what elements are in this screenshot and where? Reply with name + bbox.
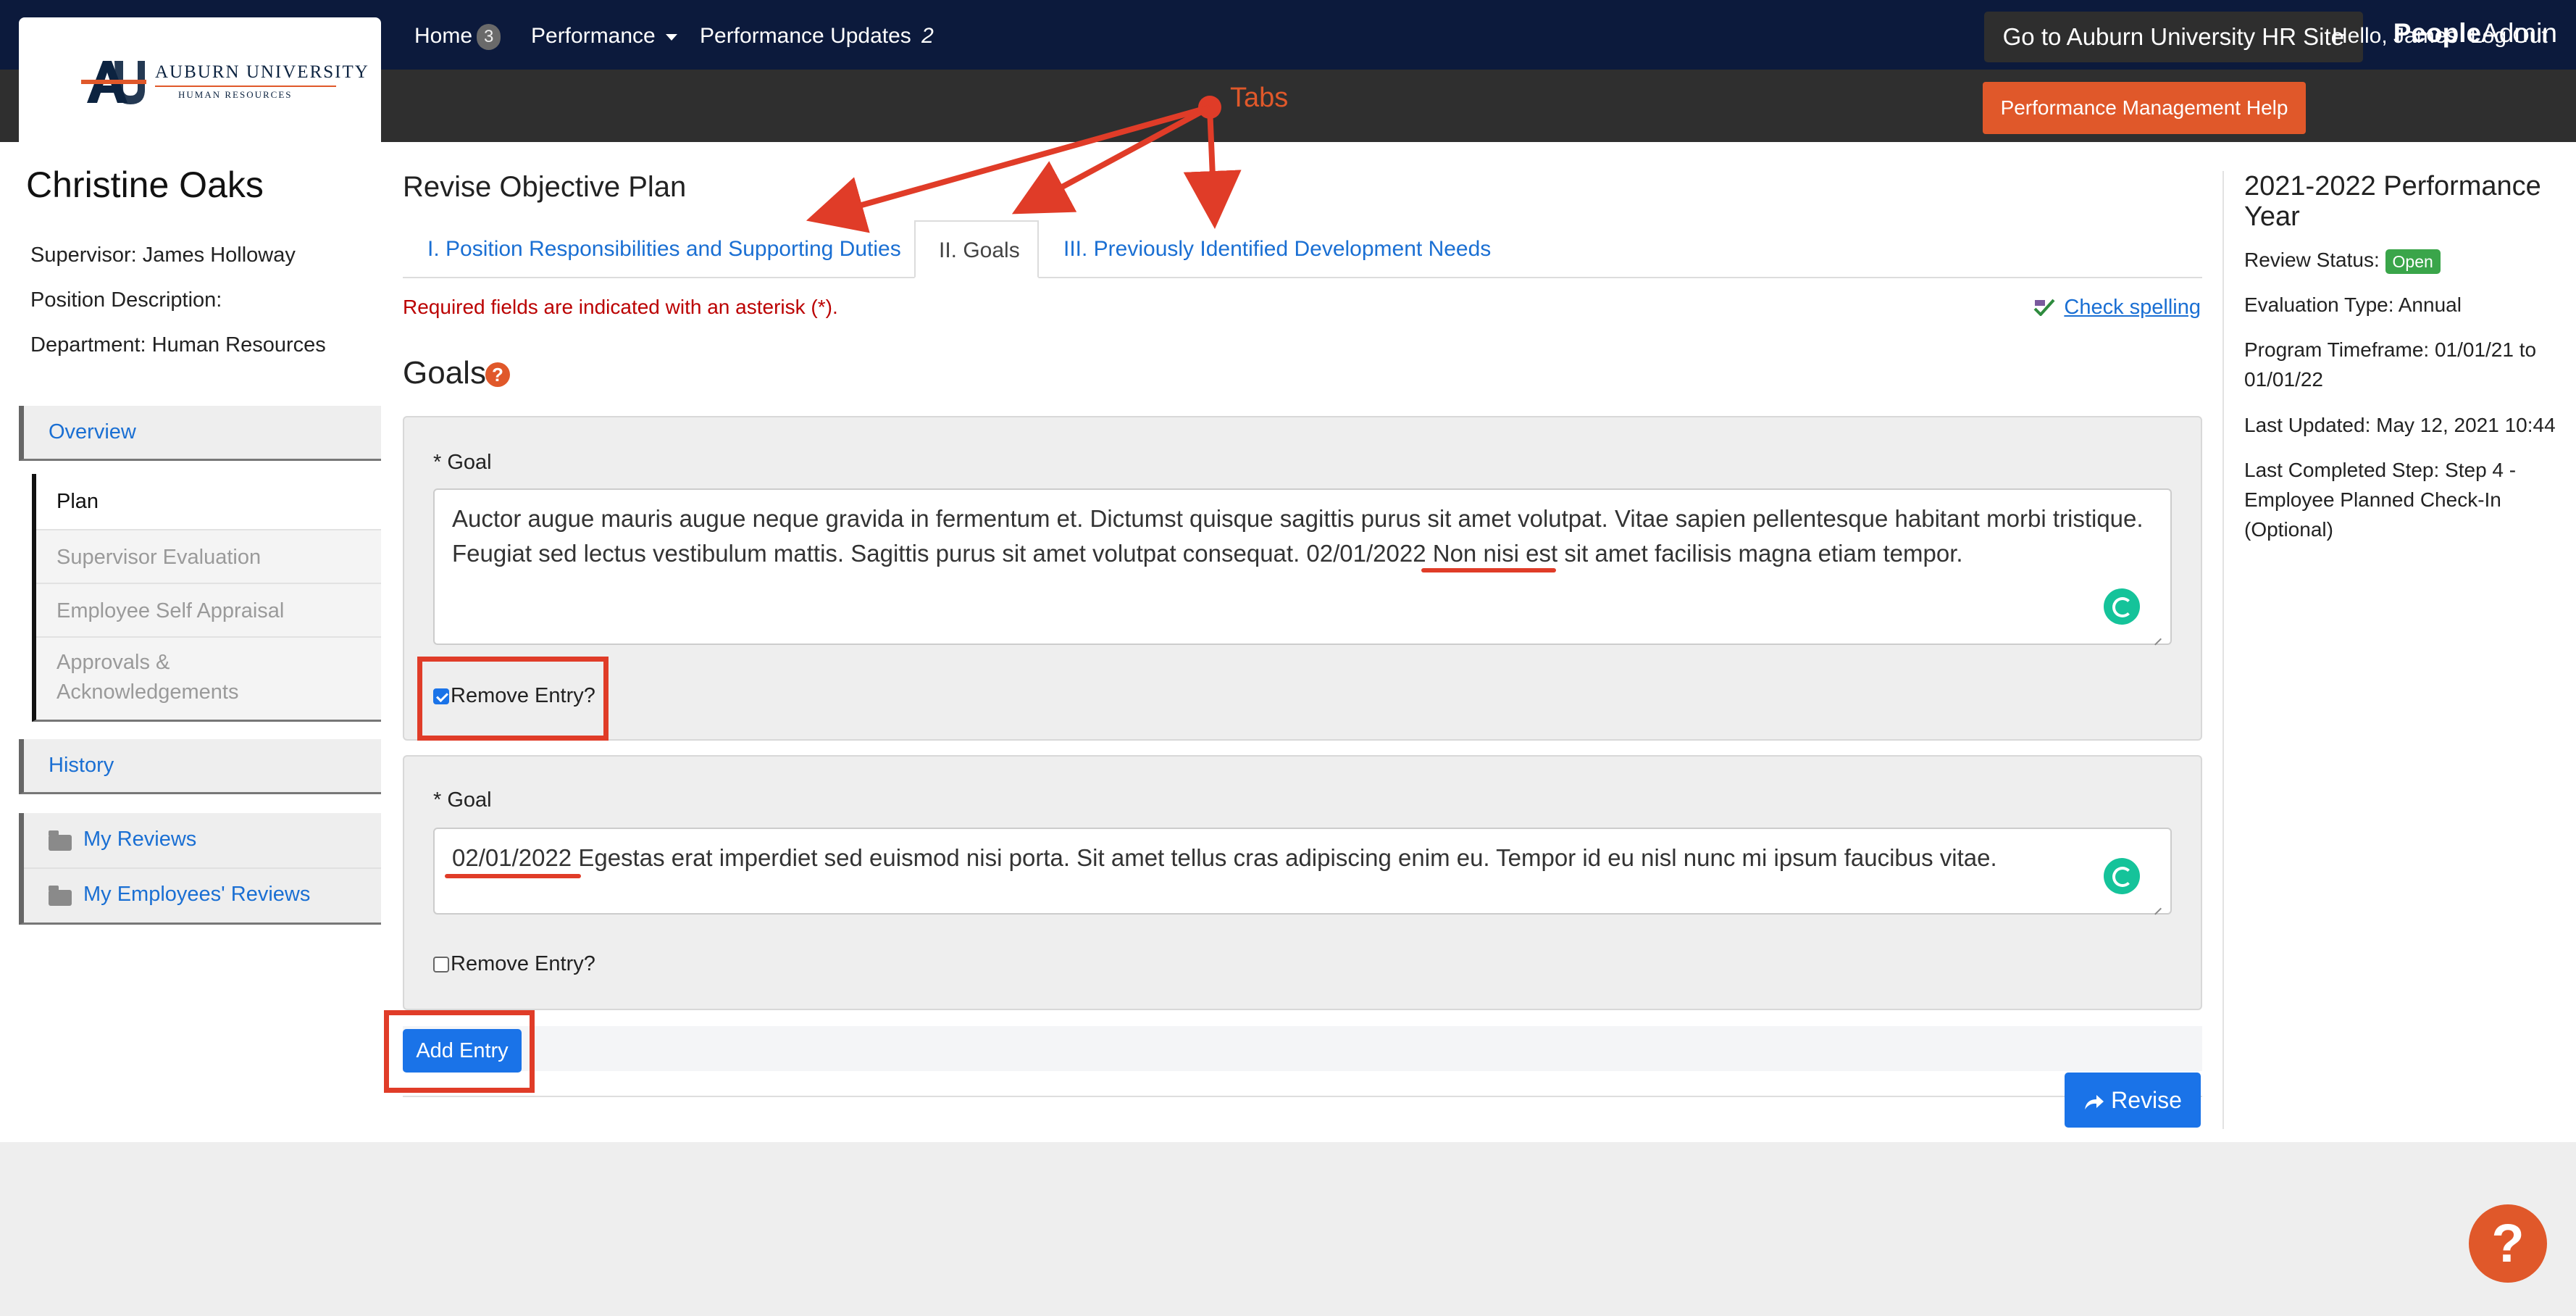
sidebar-item-approvals: Approvals & Acknowledgements <box>36 636 381 717</box>
auburn-logo-card[interactable]: AUBURN UNIVERSITY HUMAN RESOURCES <box>19 17 381 142</box>
evaluation-type: Evaluation Type: Annual <box>2244 293 2462 316</box>
sidebar-reviews-group: My Reviews My Employees' Reviews <box>19 813 381 925</box>
annotation-underline-date-1 <box>1421 568 1556 572</box>
folder-icon <box>49 885 72 906</box>
logo-divider <box>155 86 336 87</box>
sidebar-item-overview[interactable]: Overview <box>19 406 381 461</box>
hr-site-button[interactable]: Go to Auburn University HR Site <box>1983 12 2363 62</box>
goal-label: * Goal <box>433 451 492 474</box>
page-title: Revise Objective Plan <box>403 171 687 203</box>
sidebar-item-history[interactable]: History <box>19 739 381 794</box>
grammarly-icon[interactable] <box>2104 858 2140 894</box>
approvals-line-1: Approvals & <box>57 651 170 674</box>
goal-label: * Goal <box>433 788 492 812</box>
remove-entry-row[interactable]: Remove Entry? <box>433 952 595 976</box>
goal-textarea[interactable]: 02/01/2022 Egestas erat imperdiet sed eu… <box>433 828 2172 915</box>
resize-handle-icon[interactable] <box>2151 629 2163 641</box>
page-footer <box>0 1142 2576 1316</box>
check-spelling-label: Check spelling <box>2064 296 2201 319</box>
help-question-icon[interactable]: ? <box>485 362 510 387</box>
form-divider <box>403 1096 2202 1097</box>
employees-reviews-label: My Employees' Reviews <box>83 883 311 906</box>
my-reviews-label: My Reviews <box>83 828 197 851</box>
sidebar-overview-label: Overview <box>49 420 136 443</box>
nav-home-label: Home <box>414 24 473 48</box>
department-info: Department: Human Resources <box>30 333 326 357</box>
revise-button[interactable]: Revise <box>2065 1073 2201 1128</box>
required-fields-note: Required fields are indicated with an as… <box>403 296 838 318</box>
sidebar-item-plan[interactable]: Plan <box>36 474 381 529</box>
review-status-label: Review Status: <box>2244 249 2380 271</box>
approvals-line-2: Acknowledgements <box>57 680 239 704</box>
annotation-underline-date-2 <box>445 874 581 878</box>
sidebar-item-supervisor-evaluation: Supervisor Evaluation <box>36 529 381 583</box>
program-timeframe: Program Timeframe: 01/01/21 to 01/01/22 <box>2244 338 2537 391</box>
goal-entry-1: * Goal Auctor augue mauris augue neque g… <box>403 416 2202 741</box>
last-completed-step: Last Completed Step: Step 4 - Employee P… <box>2244 459 2517 541</box>
annotation-box-remove-entry <box>417 657 609 741</box>
nav-performance-dropdown[interactable]: Performance <box>531 0 677 72</box>
help-question-icon[interactable]: ? <box>2469 1204 2547 1283</box>
goal-text-content: 02/01/2022 Egestas erat imperdiet sed eu… <box>452 844 1997 871</box>
logout-link[interactable]: Log Out <box>2470 0 2548 72</box>
nav-updates-count: 2 <box>921 24 934 48</box>
goal-entry-2: * Goal 02/01/2022 Egestas erat imperdiet… <box>403 755 2202 1010</box>
logo-university-name: AUBURN UNIVERSITY <box>155 62 369 82</box>
nav-updates-label: Performance Updates <box>700 24 911 48</box>
sidebar-history-label: History <box>49 754 114 777</box>
check-spelling-link[interactable]: Check spelling <box>2033 296 2201 320</box>
share-arrow-icon <box>2085 1094 2104 1109</box>
chevron-down-icon <box>665 33 677 41</box>
nav-home[interactable]: Home 3 <box>414 0 501 72</box>
spellcheck-icon <box>2033 299 2055 316</box>
annotation-box-add-entry <box>384 1010 535 1093</box>
nav-performance-label: Performance <box>531 24 656 48</box>
plan-subnav: Plan Supervisor Evaluation Employee Self… <box>32 474 381 722</box>
last-updated: Last Updated: May 12, 2021 10:44 <box>2244 414 2556 436</box>
goals-heading: Goals <box>403 355 486 391</box>
review-status: Review Status: Open <box>2244 245 2563 275</box>
resize-handle-icon[interactable] <box>2151 899 2163 910</box>
tab-goals[interactable]: II. Goals <box>914 220 1039 278</box>
sidebar-item-my-reviews[interactable]: My Reviews <box>49 828 196 851</box>
supervisor-info: Supervisor: James Holloway <box>30 243 296 267</box>
grammarly-icon[interactable] <box>2104 588 2140 625</box>
goal-text-content: Auctor augue mauris augue neque gravida … <box>452 505 2144 567</box>
right-panel-divider <box>2222 171 2224 1129</box>
folder-icon <box>49 830 72 851</box>
performance-year-title: 2021-2022 Performance Year <box>2244 171 2541 232</box>
remove-entry-label: Remove Entry? <box>451 952 595 975</box>
auburn-au-logo-icon <box>81 61 146 104</box>
nav-performance-updates[interactable]: Performance Updates 2 <box>700 0 934 72</box>
sidebar-item-self-appraisal: Employee Self Appraisal <box>36 583 381 636</box>
revise-label: Revise <box>2111 1087 2182 1113</box>
goal-textarea[interactable]: Auctor augue mauris augue neque gravida … <box>433 488 2172 645</box>
tab-position-responsibilities[interactable]: I. Position Responsibilities and Support… <box>427 220 901 278</box>
logo-department-name: HUMAN RESOURCES <box>178 89 293 100</box>
user-greeting[interactable]: Hello, James <box>2332 0 2457 72</box>
sidebar-item-employees-reviews[interactable]: My Employees' Reviews <box>49 883 310 907</box>
status-badge: Open <box>2385 249 2441 274</box>
employee-name: Christine Oaks <box>26 164 264 205</box>
remove-entry-checkbox[interactable] <box>433 957 449 973</box>
tab-development-needs[interactable]: III. Previously Identified Development N… <box>1063 220 1491 278</box>
nav-home-badge: 3 <box>477 24 501 51</box>
divider <box>24 867 381 869</box>
position-description-info: Position Description: <box>30 288 222 312</box>
performance-help-button[interactable]: Performance Management Help <box>1983 82 2306 134</box>
add-entry-bar <box>403 1026 2202 1071</box>
tabs-annotation-label: Tabs <box>1230 83 1289 113</box>
